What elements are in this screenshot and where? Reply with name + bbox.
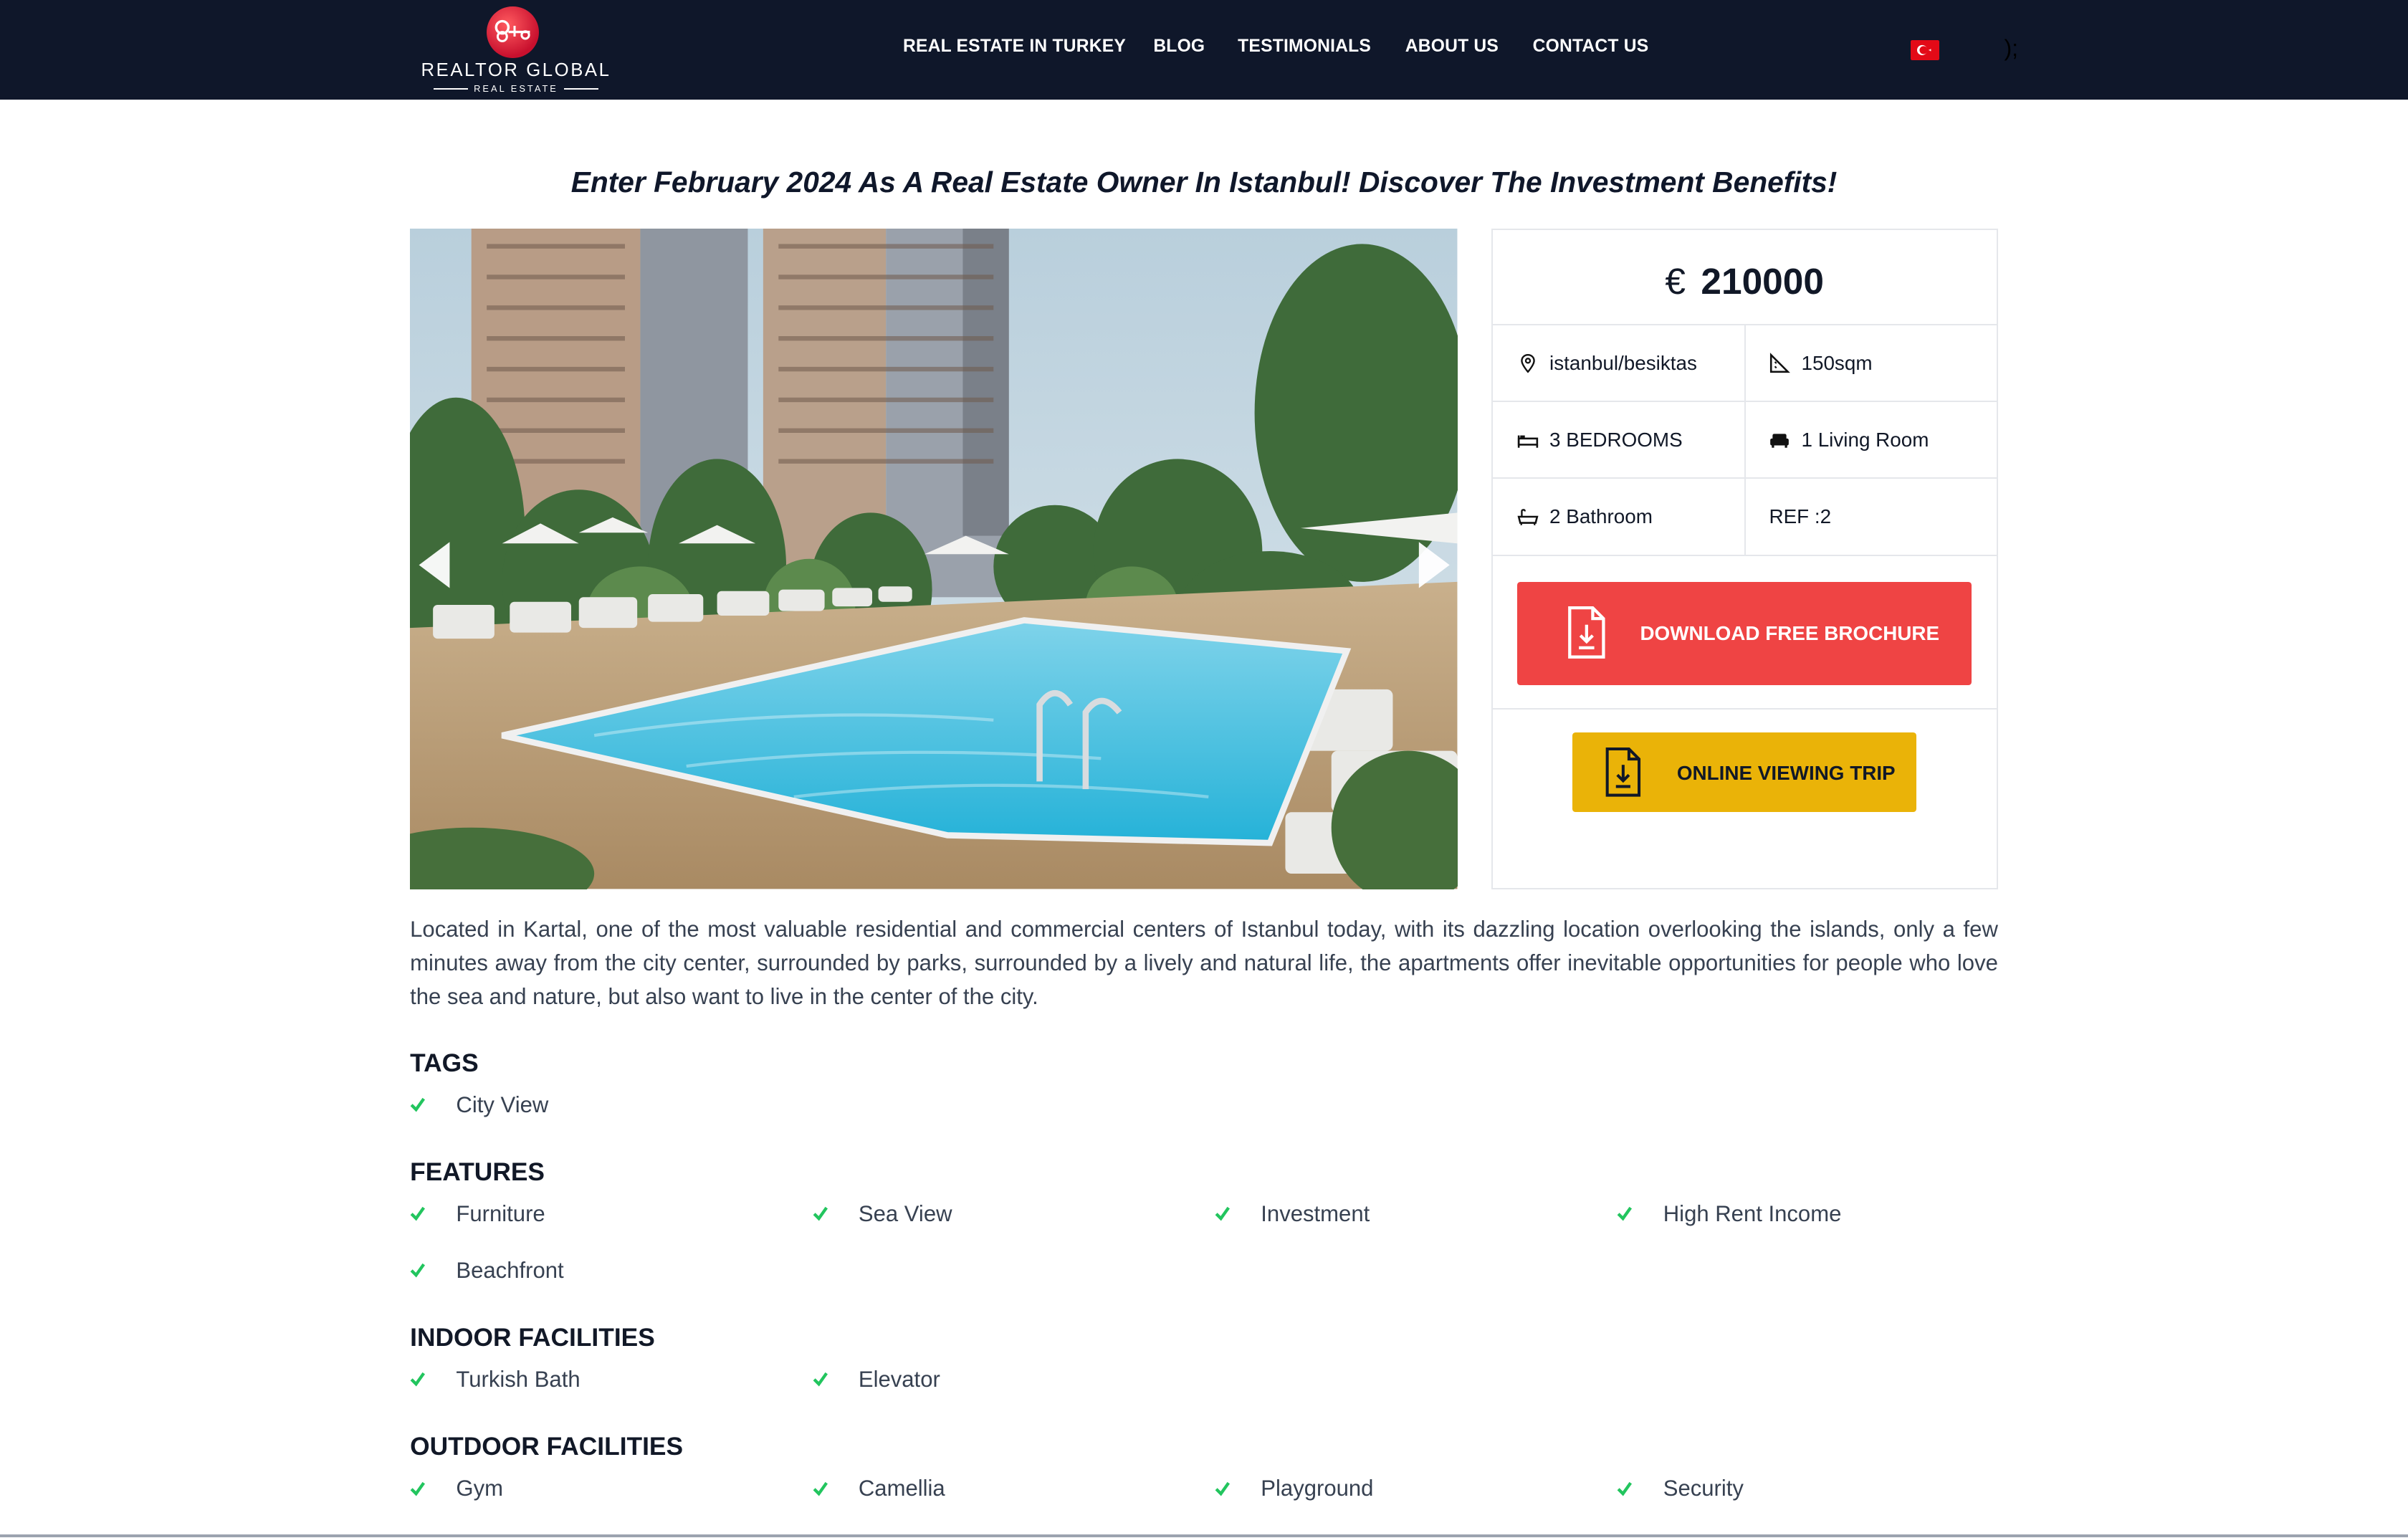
nav-contact-us[interactable]: CONTACT US [1533, 37, 1649, 57]
area-text: 150sqm [1801, 351, 1873, 374]
online-viewing-trip-button[interactable]: ONLINE VIEWING TRIP [1572, 732, 1917, 813]
price-row: €210000 [1492, 230, 1997, 326]
ref-cell: REF :2 [1746, 479, 1997, 556]
tag-label: City View [456, 1092, 549, 1117]
outdoor-facility-label: Playground [1261, 1476, 1374, 1501]
check-icon [1215, 1206, 1231, 1221]
feature-item: Sea View [813, 1201, 952, 1227]
area-cell: 150sqm [1746, 325, 1997, 403]
area-ruler-icon [1770, 352, 1791, 373]
key-logo-icon [487, 6, 540, 59]
check-icon [813, 1206, 828, 1221]
feature-item: Furniture [410, 1201, 545, 1227]
check-icon [410, 1264, 426, 1278]
nav-about-us[interactable]: ABOUT US [1405, 37, 1499, 57]
logo-subtitle: REAL ESTATE [415, 83, 618, 94]
page-bottom-border [0, 1534, 2408, 1538]
site-header: REALTOR GLOBAL REAL ESTATE REAL ESTATE I… [0, 0, 2408, 100]
indoor-facility-label: Elevator [858, 1367, 940, 1393]
bathrooms-cell: 2 Bathroom [1492, 479, 1747, 556]
page-title: Enter February 2024 As A Real Estate Own… [570, 166, 1838, 199]
stray-text: ); [2004, 35, 2019, 62]
property-gallery[interactable] [410, 229, 1458, 889]
outdoor-facility-label: Gym [456, 1476, 503, 1501]
bedrooms-text: 3 BEDROOMS [1549, 428, 1683, 451]
price-value: 210000 [1701, 259, 1824, 302]
turkey-flag-icon[interactable] [1910, 39, 1940, 60]
currency-symbol: € [1665, 259, 1686, 302]
document-download-icon [1567, 606, 1605, 659]
ref-text: REF :2 [1769, 505, 1832, 527]
location-text: istanbul/besiktas [1549, 351, 1697, 374]
living-room-cell: 1 Living Room [1746, 402, 1997, 479]
map-pin-icon [1521, 353, 1535, 373]
feature-label: High Rent Income [1663, 1200, 1842, 1226]
site-logo[interactable]: REALTOR GLOBAL REAL ESTATE [415, 6, 618, 95]
bed-icon [1517, 435, 1539, 448]
bedrooms-cell: 3 BEDROOMS [1492, 402, 1747, 479]
property-description: Located in Kartal, one of the most valua… [410, 916, 1998, 1010]
feature-item: Investment [1215, 1201, 1370, 1227]
feature-label: Investment [1261, 1200, 1370, 1226]
living-room-text: 1 Living Room [1801, 428, 1929, 451]
check-icon [410, 1206, 426, 1221]
check-icon [410, 1372, 426, 1387]
online-viewing-trip-label: ONLINE VIEWING TRIP [1676, 761, 1896, 784]
features-heading: FEATURES [410, 1157, 545, 1186]
sofa-icon [1770, 434, 1790, 448]
outdoor-facility-label: Security [1663, 1476, 1744, 1501]
check-icon [1618, 1481, 1633, 1496]
check-icon [1618, 1206, 1633, 1221]
document-download-icon [1605, 747, 1641, 797]
check-icon [1215, 1481, 1231, 1496]
indoor-facility-item: Turkish Bath [410, 1367, 580, 1393]
location-cell: istanbul/besiktas [1492, 325, 1747, 403]
check-icon [813, 1481, 828, 1496]
outdoor-facility-item: Camellia [813, 1476, 945, 1501]
listing-info-card: €210000 istanbul/besiktas 150sqm 3 BEDRO… [1491, 229, 1998, 889]
outdoor-facility-label: Camellia [858, 1476, 945, 1501]
outdoor-facility-item: Gym [410, 1476, 503, 1501]
outdoor-facilities-heading: OUTDOOR FACILITIES [410, 1433, 684, 1461]
pool-property-image [410, 229, 1458, 889]
feature-item: High Rent Income [1617, 1201, 1841, 1227]
feature-label: Furniture [456, 1200, 545, 1226]
nav-blog[interactable]: BLOG [1153, 37, 1205, 57]
outdoor-facility-item: Security [1617, 1476, 1744, 1501]
check-icon [813, 1372, 828, 1387]
gallery-prev-arrow-icon[interactable] [413, 539, 459, 591]
bathtub-icon [1517, 509, 1539, 526]
brochure-row: DOWNLOAD FREE BROCHURE [1492, 558, 1997, 710]
tag-item: City View [410, 1092, 548, 1118]
check-icon [410, 1097, 426, 1112]
logo-title: REALTOR GLOBAL [421, 59, 611, 80]
indoor-facility-label: Turkish Bath [456, 1367, 580, 1393]
gallery-next-arrow-icon[interactable] [1410, 539, 1456, 591]
feature-label: Sea View [858, 1200, 952, 1226]
outdoor-facility-item: Playground [1215, 1476, 1373, 1501]
indoor-facility-item: Elevator [813, 1367, 940, 1393]
download-brochure-label: DOWNLOAD FREE BROCHURE [1640, 621, 1940, 644]
indoor-facilities-heading: INDOOR FACILITIES [410, 1324, 655, 1352]
download-brochure-button[interactable]: DOWNLOAD FREE BROCHURE [1517, 582, 1972, 685]
nav-testimonials[interactable]: TESTIMONIALS [1238, 37, 1371, 57]
bathrooms-text: 2 Bathroom [1549, 505, 1653, 527]
feature-label: Beachfront [456, 1258, 564, 1284]
check-icon [410, 1481, 426, 1496]
feature-item: Beachfront [410, 1258, 564, 1284]
tags-heading: TAGS [410, 1049, 479, 1077]
listing-price: €210000 [1493, 259, 1997, 302]
nav-real-estate-in-turkey[interactable]: REAL ESTATE IN TURKEY [903, 37, 1126, 57]
